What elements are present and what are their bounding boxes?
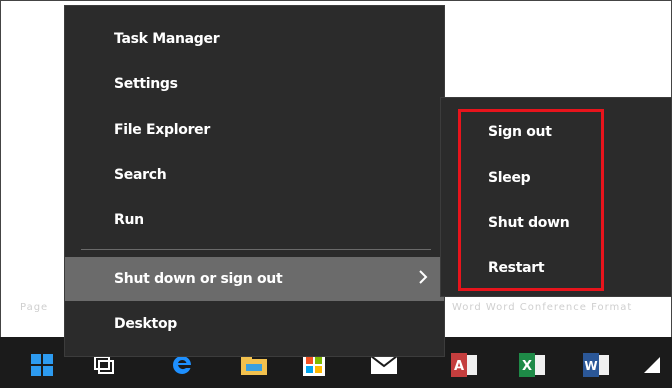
submenu-item-restart[interactable]: Restart [441,248,671,288]
menu-item-label: Search [114,167,167,183]
access-icon[interactable]: A [444,345,484,385]
word-letter: W [584,359,597,373]
background-text-right: Word Word Conference Format [452,302,633,313]
menu-item-task-manager[interactable]: Task Manager [65,19,444,59]
access-letter: A [454,359,464,374]
background-text-left: Page [20,302,49,313]
word-icon[interactable]: W [576,345,616,385]
menu-item-label: Desktop [114,316,177,332]
submenu-item-sleep[interactable]: Sleep [441,158,671,198]
shut-down-submenu: Sign out Sleep Shut down Restart [440,97,672,297]
power-user-menu: Task Manager Settings File Explorer Sear… [64,5,445,357]
submenu-item-label: Sleep [488,170,531,186]
menu-item-label: Run [114,212,144,228]
submenu-item-label: Sign out [488,124,552,140]
app-icon[interactable] [632,345,672,385]
excel-icon[interactable]: X [512,345,552,385]
menu-item-label: Task Manager [114,31,220,47]
submenu-item-sign-out[interactable]: Sign out [441,112,671,152]
menu-divider [81,249,431,250]
menu-item-file-explorer[interactable]: File Explorer [65,110,444,150]
windows-start-icon[interactable] [22,345,62,385]
menu-item-label: Settings [114,76,178,92]
menu-item-shut-down-or-sign-out[interactable]: Shut down or sign out [65,257,444,301]
submenu-item-shut-down[interactable]: Shut down [441,203,671,243]
excel-letter: X [522,359,532,374]
menu-item-label: File Explorer [114,122,210,138]
menu-item-label: Shut down or sign out [114,271,283,287]
submenu-item-label: Shut down [488,215,570,231]
chevron-right-icon [419,270,428,284]
submenu-item-label: Restart [488,260,545,276]
menu-item-desktop[interactable]: Desktop [65,304,444,344]
menu-item-settings[interactable]: Settings [65,64,444,104]
menu-item-search[interactable]: Search [65,155,444,195]
menu-item-run[interactable]: Run [65,200,444,240]
